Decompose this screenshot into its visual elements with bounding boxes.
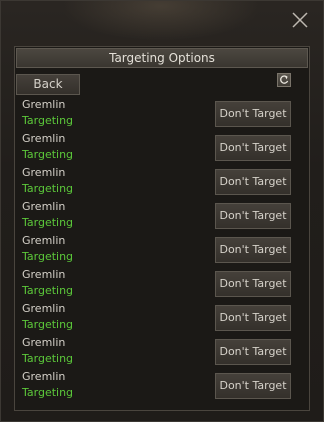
close-button[interactable] [291, 11, 309, 29]
dont-target-button[interactable]: Don't Target [215, 169, 291, 195]
dont-target-button[interactable]: Don't Target [215, 135, 291, 161]
target-name: Gremlin [22, 268, 66, 281]
target-status: Targeting [22, 148, 74, 161]
target-list: Gremlin Targeting Don't Target Gremlin T… [15, 97, 309, 403]
refresh-icon [280, 75, 289, 84]
list-item: Gremlin Targeting Don't Target [15, 369, 309, 403]
panel-title: Targeting Options [16, 48, 308, 68]
targeting-window: Targeting Options Back Gremlin Targeting… [0, 0, 324, 422]
target-name: Gremlin [22, 234, 66, 247]
list-item: Gremlin Targeting Don't Target [15, 301, 309, 335]
target-name: Gremlin [22, 132, 66, 145]
target-status: Targeting [22, 250, 74, 263]
dont-target-button[interactable]: Don't Target [215, 101, 291, 127]
list-item: Gremlin Targeting Don't Target [15, 97, 309, 131]
target-status: Targeting [22, 114, 74, 127]
target-name: Gremlin [22, 98, 66, 111]
target-status: Targeting [22, 352, 74, 365]
back-button[interactable]: Back [16, 74, 80, 95]
target-status: Targeting [22, 182, 74, 195]
dont-target-button[interactable]: Don't Target [215, 305, 291, 331]
target-status: Targeting [22, 386, 74, 399]
close-icon [292, 12, 308, 28]
target-status: Targeting [22, 216, 74, 229]
target-status: Targeting [22, 284, 74, 297]
list-item: Gremlin Targeting Don't Target [15, 335, 309, 369]
list-item: Gremlin Targeting Don't Target [15, 199, 309, 233]
dont-target-button[interactable]: Don't Target [215, 203, 291, 229]
target-name: Gremlin [22, 302, 66, 315]
target-name: Gremlin [22, 370, 66, 383]
list-item: Gremlin Targeting Don't Target [15, 131, 309, 165]
target-status: Targeting [22, 318, 74, 331]
list-item: Gremlin Targeting Don't Target [15, 165, 309, 199]
list-item: Gremlin Targeting Don't Target [15, 233, 309, 267]
target-name: Gremlin [22, 166, 66, 179]
list-item: Gremlin Targeting Don't Target [15, 267, 309, 301]
target-name: Gremlin [22, 336, 66, 349]
dont-target-button[interactable]: Don't Target [215, 373, 291, 399]
dont-target-button[interactable]: Don't Target [215, 339, 291, 365]
target-name: Gremlin [22, 200, 66, 213]
refresh-button[interactable] [277, 73, 291, 87]
targeting-panel: Targeting Options Back Gremlin Targeting… [14, 46, 310, 411]
dont-target-button[interactable]: Don't Target [215, 237, 291, 263]
dont-target-button[interactable]: Don't Target [215, 271, 291, 297]
